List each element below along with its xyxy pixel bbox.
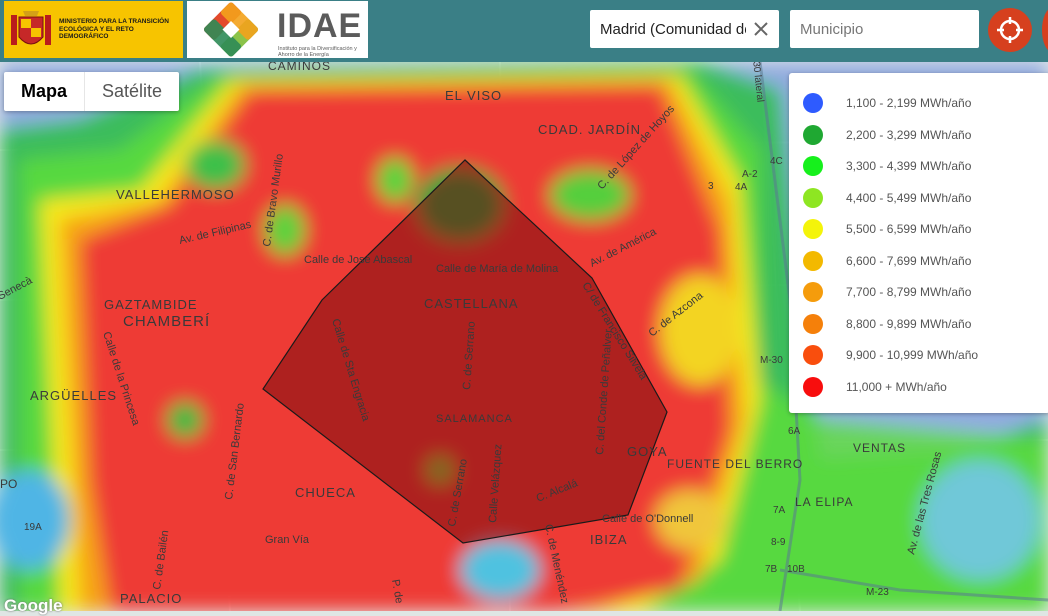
label-castellana: CASTELLANA [424,296,519,311]
label-gran-via: Gran Vía [265,534,310,546]
legend-swatch [803,376,823,397]
label-chueca: CHUECA [295,485,356,500]
municipio-input[interactable] [790,10,979,48]
legend-swatch [803,156,823,176]
top-bar: MINISTERIO PARA LA TRANSICIÓN ECOLÓGICA … [0,0,1048,62]
label-m30: M-30 [760,355,783,366]
legend-swatch [803,250,823,271]
label-ibiza: IBIZA [590,532,628,547]
locate-button[interactable] [988,8,1032,52]
legend-swatch [803,93,823,113]
badge-4c: 4C [770,156,783,167]
map-type-satellite-button[interactable]: Satélite [84,72,179,111]
legend-swatch [803,187,823,208]
region-select[interactable] [590,10,779,48]
label-fuente-del-berro: FUENTE DEL BERRO [667,457,803,471]
idae-subtitle: Instituto para la Diversificación y Ahor… [278,46,357,58]
legend-label: 4,400 - 5,499 MWh/año [846,190,972,205]
legend-label: 8,800 - 9,899 MWh/año [846,316,972,331]
label-la-elipa: LA ELIPA [795,495,853,509]
label-ventas: VENTAS [853,441,906,455]
legend-panel: 1,100 - 2,199 MWh/año 2,200 - 3,299 MWh/… [789,73,1048,413]
label-salamanca: SALAMANCA [436,413,513,425]
badge-7b: 7B [765,564,778,575]
label-goya: GOYA [627,444,668,459]
crosshair-icon [997,17,1023,43]
legend-label: 9,900 - 10,999 MWh/año [846,348,979,362]
badge-10b: 10B [787,564,805,575]
badge-19a: 19A [24,522,42,533]
legend-swatch [803,219,823,239]
label-calle-maria-molina: Calle de María de Molina [436,263,559,275]
map-type-map-button[interactable]: Mapa [4,72,84,111]
legend-label: 6,600 - 7,699 MWh/año [846,253,972,268]
label-po: PO [0,477,17,491]
legend-label: 11,000 + MWh/año [846,379,947,394]
legend-label: 5,500 - 6,599 MWh/año [846,222,972,236]
badge-6a: 6A [788,426,801,437]
label-a2: A-2 [742,169,758,180]
label-calle-odonnell: Calle de O'Donnell [602,513,693,525]
label-arguelles: ARGÜELLES [30,388,117,403]
label-gaztambide: GAZTAMBIDE [104,297,198,312]
label-cdad-jardin: CDAD. JARDÍN [538,122,641,137]
badge-7a: 7A [773,505,786,516]
legend-label: 7,700 - 8,799 MWh/año [846,285,972,299]
label-chamberi: CHAMBERÍ [123,313,210,330]
ministry-logo: MINISTERIO PARA LA TRANSICIÓN ECOLÓGICA … [4,1,183,58]
idae-wordmark: IDAE [277,7,363,45]
idae-mark-icon [203,2,259,57]
legend-label: 2,200 - 3,299 MWh/año [846,127,972,142]
label-calle-jose-abascal: Calle de José Abascal [304,254,412,266]
legend-swatch [803,282,823,302]
region-input[interactable] [590,10,746,48]
legend-swatch [803,124,823,145]
legend-swatch [803,313,823,334]
label-el-viso: EL VISO [445,88,502,103]
legend-label: 3,300 - 4,399 MWh/año [846,159,972,173]
ministry-text: MINISTERIO PARA LA TRANSICIÓN ECOLÓGICA … [59,18,169,40]
map-type-control: Mapa Satélite [4,72,180,111]
label-palacio: PALACIO [120,591,182,606]
label-vallehermoso: VALLEHERMOSO [116,187,235,202]
badge-4a: 4A [735,182,748,193]
idae-logo: IDAE Instituto para la Diversificación y… [187,1,368,58]
extra-button[interactable] [1042,8,1048,52]
badge-3: 3 [708,181,714,192]
coat-of-arms-icon [11,11,51,45]
badge-89: 8-9 [771,537,786,548]
legend-swatch [803,345,823,365]
close-icon[interactable] [751,19,771,39]
google-logo: Google [4,596,63,615]
municipio-select[interactable] [790,10,979,48]
legend-label: 1,100 - 2,199 MWh/año [846,96,972,110]
label-m23: M-23 [866,587,889,598]
